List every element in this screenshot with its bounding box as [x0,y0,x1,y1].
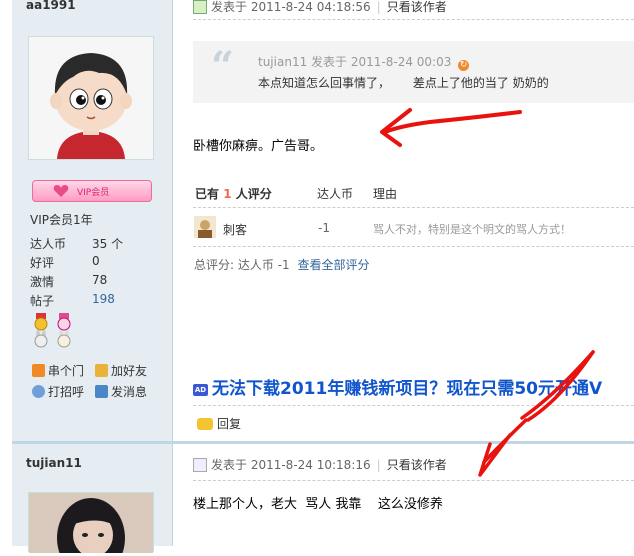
rating-divider-bottom [193,246,634,247]
post2-header: 发表于 2011-8-24 10:18:16 | 只看该作者 [193,456,447,473]
column-divider [172,0,173,546]
handshake-icon [95,364,108,377]
vip-badge: VIP会员 [32,180,152,202]
photo-avatar-image [29,493,153,556]
person-icon [32,385,45,398]
ad-text: 无法下载2011年赚钱新项目？现在只需50元开通V [212,379,603,399]
visit-link[interactable]: 串个门 [32,362,84,379]
stat-coin: 达人币 35 个 [30,235,123,252]
reply-icon [197,418,213,430]
post-status-icon [193,0,207,14]
vip-badge-label: VIP会员 [77,188,110,198]
post-time: 发表于 2011-8-24 04:18:56 [211,0,371,14]
post-count-link[interactable]: 198 [92,292,115,306]
post1-header: 发表于 2011-8-24 04:18:56 | 只看该作者 [193,0,447,15]
rating-total: 总评分: 达人币 -1 查看全部评分 [194,256,370,273]
goto-post-icon[interactable]: ↻ [458,60,470,71]
rabbit-medal-icon[interactable] [32,330,50,348]
post1-avatar[interactable] [28,36,154,160]
envelope-icon [95,385,108,398]
reply-button[interactable]: 回复 [197,415,241,432]
greet-link[interactable]: 打招呼 [32,383,84,400]
rater-avatar-icon [194,216,216,238]
only-author-link[interactable]: 只看该作者 [387,458,447,472]
quote-text: 本点知道怎么回事情了， 差点上了他的当了 奶奶的 [258,76,549,90]
header-divider [193,480,634,481]
quote-time: 发表于 2011-8-24 00:03 [311,55,452,69]
user-rank: VIP会员1年 [30,213,93,227]
stat-label: 达人币 [30,237,67,251]
quote-header: tujian11 发表于 2011-8-24 00:03 ↻ [258,53,470,71]
ad-link[interactable]: AD 无法下载2011年赚钱新项目？现在只需50元开通V [193,374,602,399]
stat-value: 35 个 [92,237,124,251]
post-status-icon [193,458,207,472]
heart-icon [53,185,69,197]
post-separator [12,441,634,444]
total-label: 总评分: [194,258,235,272]
cartoon-avatar-image [29,37,153,159]
arrow-annotation-1 [380,108,522,147]
post-time: 发表于 2011-8-24 10:18:16 [211,458,371,472]
message-link[interactable]: 发消息 [95,383,147,400]
rater-reason: 骂人不对，特别是这个明文的骂人方式！ [373,223,571,236]
rater-name[interactable]: 刺客 [223,221,247,238]
post2-message: 楼上那个人，老大 骂人 我靠 这么没修养 [193,497,443,512]
stat-value: 78 [92,273,108,287]
stat-label: 激情 [30,275,55,289]
medal-icon[interactable] [55,313,73,331]
quote-mark-icon: “ [211,43,235,90]
post1-author-name[interactable]: aa1991 [26,0,76,12]
ad-icon: AD [193,384,208,396]
rating-prefix: 已有 [195,187,220,201]
rating-number: 1 [223,187,232,201]
rating-col-coin: 达人币 [317,187,354,201]
reply-label: 回复 [217,417,242,431]
arrow-annotation-2 [478,350,595,477]
home-icon [32,364,45,377]
stat-passion: 激情 78 [30,273,107,290]
rating-count: 已有 1 人评分 [195,185,272,202]
only-author-link[interactable]: 只看该作者 [387,0,447,14]
quote-block: “ tujian11 发表于 2011-8-24 00:03 ↻ 本点知道怎么回… [193,41,634,103]
visit-label: 串个门 [48,364,85,378]
greet-label: 打招呼 [48,385,85,399]
stat-label: 帖子 [30,294,55,308]
stat-rating: 好评 0 [30,254,100,271]
quote-author: tujian11 [258,55,308,69]
post2-avatar[interactable] [28,492,154,556]
rabbit-medal-icon[interactable] [55,330,73,348]
medal-icon[interactable] [32,313,50,331]
post1-message: 卧槽你麻痹。广告哥。 [193,139,324,154]
stat-value: 0 [92,254,100,268]
reply-divider [193,405,634,406]
stat-posts: 帖子 198 [30,292,115,309]
rater-coin: -1 [318,221,330,235]
stat-label: 好评 [30,256,55,270]
rating-divider [193,207,634,208]
add-friend-label: 加好友 [111,364,148,378]
add-friend-link[interactable]: 加好友 [95,362,147,379]
rating-col-reason: 理由 [373,187,398,201]
view-all-ratings-link[interactable]: 查看全部评分 [297,258,369,272]
message-label: 发消息 [111,385,148,399]
header-divider [193,19,634,20]
post2-author-name[interactable]: tujian11 [26,456,82,470]
rater-avatar[interactable] [194,216,216,241]
total-value: 达人币 -1 [237,258,290,272]
rating-suffix: 人评分 [235,187,272,201]
